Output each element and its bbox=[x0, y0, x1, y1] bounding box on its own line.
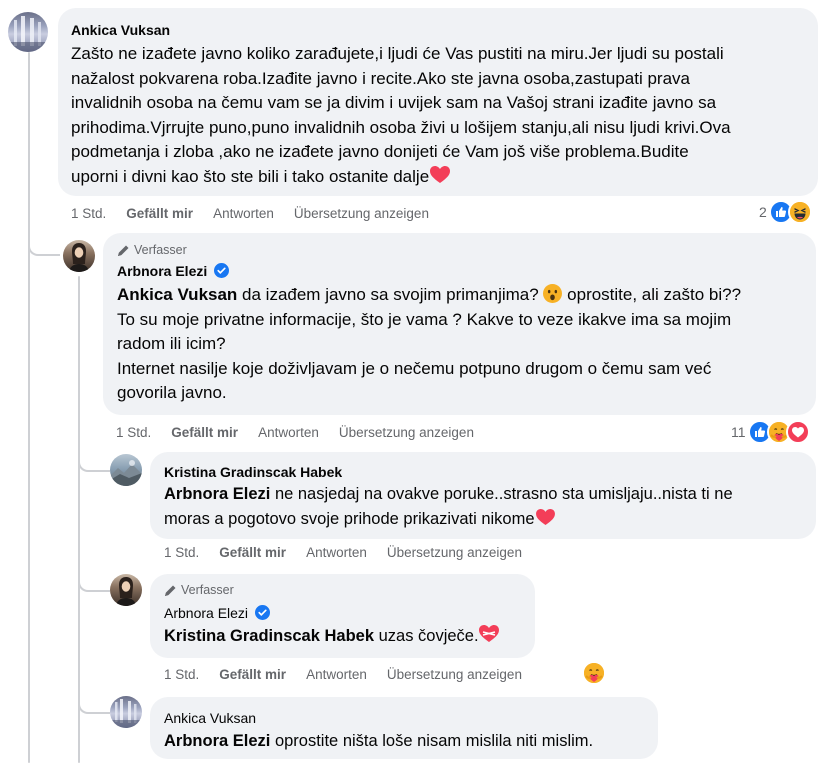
comment-text-line: radom ili icim? bbox=[117, 334, 226, 353]
thread-line-main bbox=[28, 52, 30, 763]
comment-timestamp[interactable]: 1 Std. bbox=[71, 206, 106, 221]
avatar[interactable] bbox=[110, 574, 142, 606]
avatar[interactable] bbox=[63, 240, 95, 272]
like-button[interactable]: Gefällt mir bbox=[171, 425, 238, 440]
author-tag: Verfasser bbox=[164, 582, 234, 598]
comment-actions: 1 Std. Gefällt mir Antworten Übersetzung… bbox=[164, 664, 522, 684]
verified-badge-icon bbox=[254, 605, 270, 620]
comment-text-line: podmetanja i zloba ,ako ne izađete javno… bbox=[71, 142, 689, 161]
comment-author-name[interactable]: Arbnora Elezi bbox=[117, 262, 230, 280]
translate-button[interactable]: Übersetzung anzeigen bbox=[387, 545, 522, 560]
comment-actions: 1 Std. Gefällt mir Antworten Übersetzung… bbox=[116, 422, 474, 442]
comment-text-line: prihodima.Vjrrujte puno,puno invalidnih … bbox=[71, 117, 731, 137]
comment-bubble: Kristina Gradinscak Habek Arbnora Elezi … bbox=[150, 452, 816, 539]
comment-text-line: govorila javno. bbox=[117, 383, 227, 402]
mention-link[interactable]: Arbnora Elezi bbox=[164, 485, 270, 503]
comment-text: Zašto ne izađete javno koliko zarađujete… bbox=[71, 42, 816, 189]
pencil-icon bbox=[165, 585, 176, 596]
author-name-text: Arbnora Elezi bbox=[117, 263, 208, 279]
mending-heart-emoji bbox=[478, 625, 499, 642]
thread-elbow-reply-3 bbox=[78, 560, 110, 592]
red-heart-emoji bbox=[535, 508, 555, 525]
avatar[interactable] bbox=[110, 696, 142, 728]
reaction-summary[interactable]: 2 bbox=[759, 200, 812, 224]
comment-bubble: Ankica Vuksan Arbnora Elezi oprostite ni… bbox=[150, 697, 658, 759]
mention-link[interactable]: Ankica Vuksan bbox=[117, 285, 237, 304]
author-tag: Verfasser bbox=[117, 242, 187, 258]
author-tag-label: Verfasser bbox=[181, 583, 234, 597]
author-name-text: Arbnora Elezi bbox=[164, 605, 249, 621]
pencil-icon bbox=[118, 245, 129, 256]
comment-timestamp[interactable]: 1 Std. bbox=[116, 425, 151, 440]
comment-text-segment: uzas čovječe. bbox=[374, 627, 479, 645]
mention-link[interactable]: Kristina Gradinscak Habek bbox=[164, 627, 374, 645]
comment-actions: 1 Std. Gefällt mir Antworten Übersetzung… bbox=[164, 542, 522, 562]
surprised-face-emoji bbox=[543, 284, 563, 303]
comment-bubble: Verfasser Arbnora Elezi Ankica Vuksan da… bbox=[103, 233, 816, 415]
comment-text-line: Zašto ne izađete javno koliko zarađujete… bbox=[71, 44, 724, 63]
comment-author-name[interactable]: Arbnora Elezi bbox=[164, 604, 270, 622]
comment-author-name[interactable]: Ankica Vuksan bbox=[164, 709, 256, 727]
comment-text-segment: ne nasjedaj na ovakve poruke..strasno st… bbox=[270, 485, 733, 503]
comment-bubble: Verfasser Arbnora Elezi Kristina Gradins… bbox=[150, 574, 535, 658]
comment-text-line: invalidnih osoba na čemu vam se ja divim… bbox=[71, 93, 717, 112]
comment-text-line: nažalost pokvarena roba.Izađite javno i … bbox=[71, 68, 690, 88]
comment-text: Kristina Gradinscak Habek uzas čovječe. bbox=[164, 624, 534, 649]
comment-text-line: Internet nasilje koje doživljavam je o n… bbox=[117, 358, 712, 378]
verified-badge-icon bbox=[214, 263, 230, 278]
like-button[interactable]: Gefällt mir bbox=[219, 667, 286, 682]
comment-actions: 1 Std. Gefällt mir Antworten Übersetzung… bbox=[71, 203, 429, 223]
comment-text-segment: oprostite, ali zašto bi?? bbox=[562, 285, 742, 304]
comment-timestamp[interactable]: 1 Std. bbox=[164, 545, 199, 560]
mention-link[interactable]: Arbnora Elezi bbox=[164, 732, 270, 750]
comment-text: Arbnora Elezi ne nasjedaj na ovakve poru… bbox=[164, 482, 814, 531]
reaction-summary[interactable] bbox=[582, 661, 606, 685]
reply-button[interactable]: Antworten bbox=[306, 545, 367, 560]
haha-reaction-icon bbox=[787, 200, 812, 224]
comment-timestamp[interactable]: 1 Std. bbox=[164, 667, 199, 682]
thread-elbow-reply-2 bbox=[78, 440, 110, 472]
red-heart-emoji bbox=[430, 165, 451, 183]
love-reaction-icon bbox=[785, 420, 810, 444]
reply-button[interactable]: Antworten bbox=[213, 206, 274, 221]
like-button[interactable]: Gefällt mir bbox=[219, 545, 286, 560]
comment-text-line: uporni i divni kao što ste bili i tako o… bbox=[71, 166, 430, 186]
reaction-count: 11 bbox=[731, 424, 746, 440]
thread-elbow-reply-4 bbox=[78, 680, 110, 714]
comment-text-segment: oprostite ništa loše nisam mislila niti … bbox=[270, 732, 594, 750]
reaction-summary[interactable]: 11 bbox=[731, 420, 810, 444]
reply-button[interactable]: Antworten bbox=[306, 667, 367, 682]
comment-text-line: moras a pogotovo svoje prihode prikaziva… bbox=[164, 509, 535, 528]
translate-button[interactable]: Übersetzung anzeigen bbox=[387, 667, 522, 682]
avatar[interactable] bbox=[8, 12, 48, 52]
comment-bubble: Ankica Vuksan Zašto ne izađete javno kol… bbox=[58, 8, 818, 196]
comment-text: Ankica Vuksan da izađem javno sa svojim … bbox=[117, 283, 812, 406]
comment-author-name[interactable]: Kristina Gradinscak Habek bbox=[164, 463, 342, 481]
comment-text-segment: da izađem javno sa svojim primanjima? bbox=[237, 285, 544, 304]
translate-button[interactable]: Übersetzung anzeigen bbox=[294, 206, 429, 221]
author-tag-label: Verfasser bbox=[134, 243, 187, 257]
translate-button[interactable]: Übersetzung anzeigen bbox=[339, 425, 474, 440]
like-button[interactable]: Gefällt mir bbox=[126, 206, 193, 221]
care-reaction-icon bbox=[582, 661, 606, 685]
thread-elbow-reply-1 bbox=[28, 220, 60, 256]
comment-text: Arbnora Elezi oprostite ništa loše nisam… bbox=[164, 729, 654, 754]
avatar[interactable] bbox=[110, 454, 142, 486]
reaction-count: 2 bbox=[759, 204, 767, 220]
reply-button[interactable]: Antworten bbox=[258, 425, 319, 440]
comment-text-line: To su moje privatne informacije, što je … bbox=[117, 309, 732, 329]
comment-author-name[interactable]: Ankica Vuksan bbox=[71, 21, 170, 39]
